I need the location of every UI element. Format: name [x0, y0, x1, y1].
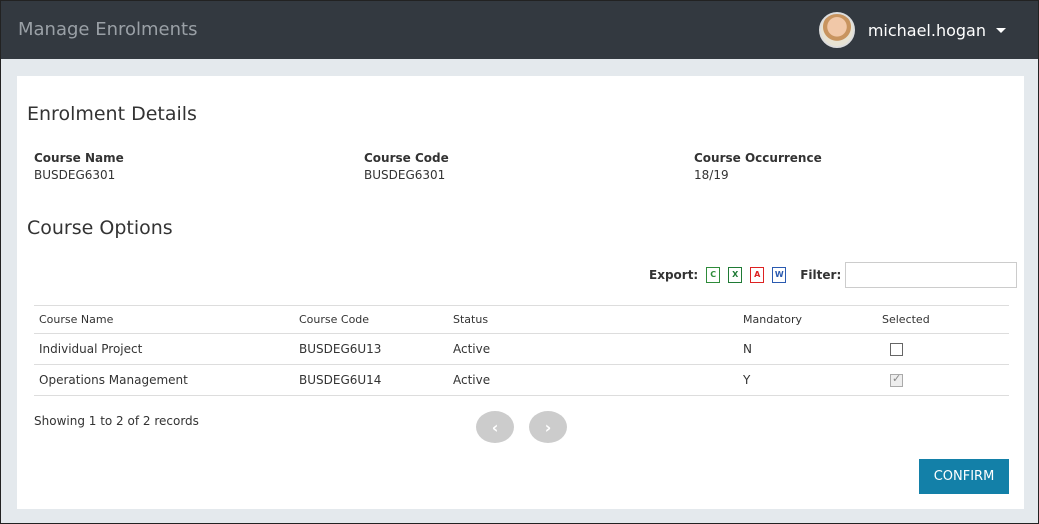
username: michael.hogan [867, 20, 986, 40]
chevron-right-icon: › [544, 417, 552, 437]
records-info: Showing 1 to 2 of 2 records [34, 414, 199, 428]
previous-page-button[interactable]: ‹ [476, 411, 514, 443]
cell-course-name: Individual Project [34, 333, 294, 365]
column-header-course-code[interactable]: Course Code [294, 305, 448, 334]
cell-course-code: BUSDEG6U14 [294, 364, 448, 396]
cell-course-code: BUSDEG6U13 [294, 333, 448, 365]
column-header-selected[interactable]: Selected [877, 305, 1009, 334]
word-icon[interactable]: W [772, 267, 787, 283]
course-code-field: Course Code BUSDEG6301 [364, 151, 449, 182]
filter-label: Filter: [800, 268, 842, 282]
field-value: BUSDEG6301 [364, 168, 446, 182]
confirm-button[interactable]: CONFIRM [919, 459, 1009, 494]
filter-input[interactable] [845, 262, 1018, 288]
top-bar: Manage Enrolments michael.hogan [1, 1, 1038, 59]
cell-mandatory: N [738, 333, 877, 365]
course-options-table: Course Name Course Code Status Mandatory… [34, 305, 1009, 396]
cell-selected [877, 364, 1009, 396]
user-avatar [818, 12, 855, 48]
chevron-left-icon: ‹ [491, 417, 499, 437]
csv-icon[interactable]: C [706, 267, 721, 283]
column-header-mandatory[interactable]: Mandatory [738, 305, 877, 334]
excel-icon[interactable]: X [728, 267, 743, 283]
field-label: Course Code [364, 151, 449, 165]
main-panel: Enrolment Details Course Name BUSDEG6301… [17, 76, 1024, 509]
cell-mandatory: Y [738, 364, 877, 396]
field-value: 18/19 [694, 168, 729, 182]
course-options-heading: Course Options [27, 217, 173, 239]
column-header-course-name[interactable]: Course Name [34, 305, 294, 334]
app-title: Manage Enrolments [18, 19, 198, 40]
next-page-button[interactable]: › [529, 411, 567, 443]
pdf-icon[interactable]: A [750, 267, 765, 283]
table-row: Operations Management BUSDEG6U14 Active … [34, 364, 1009, 396]
cell-status: Active [448, 333, 738, 365]
course-name-field: Course Name BUSDEG6301 [34, 151, 124, 182]
export-toolbar: Export: C X A W Filter: [649, 262, 1018, 288]
field-label: Course Occurrence [694, 151, 822, 165]
selected-checkbox[interactable] [890, 372, 903, 387]
export-label: Export: [649, 268, 699, 282]
cell-status: Active [448, 364, 738, 396]
cell-selected [877, 333, 1009, 365]
selected-checkbox[interactable] [890, 343, 903, 356]
table-row: Individual Project BUSDEG6U13 Active N [34, 333, 1009, 365]
caret-down-icon [996, 27, 1006, 33]
field-label: Course Name [34, 151, 124, 165]
table-header-row: Course Name Course Code Status Mandatory… [34, 305, 1009, 334]
column-header-status[interactable]: Status [448, 305, 738, 334]
user-menu[interactable]: michael.hogan [818, 11, 1006, 49]
field-value: BUSDEG6301 [34, 168, 116, 182]
course-occurrence-field: Course Occurrence 18/19 [694, 151, 822, 182]
enrolment-details-heading: Enrolment Details [27, 103, 197, 125]
cell-course-name: Operations Management [34, 364, 294, 396]
